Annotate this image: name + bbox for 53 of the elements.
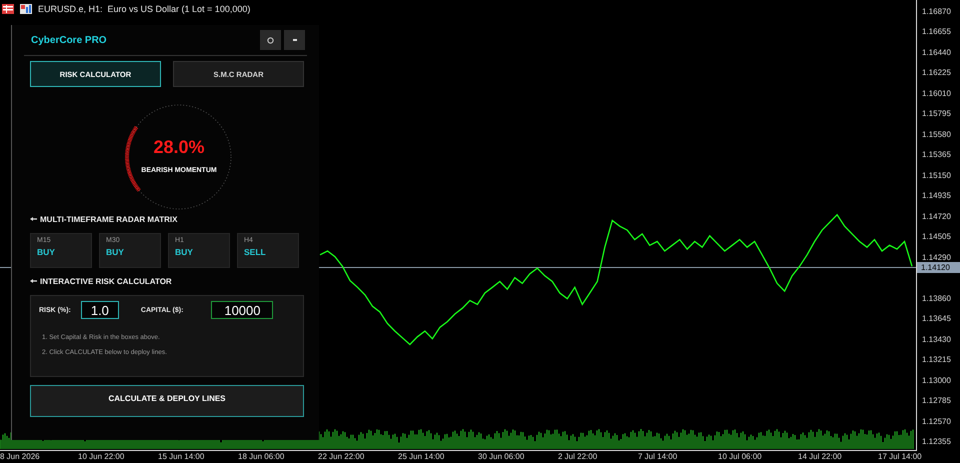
momentum-value: 28.0% [153, 137, 205, 158]
date-label: 10 Jul 06:00 [718, 451, 763, 463]
price-label: 1.15795 [921, 108, 951, 120]
table-icon[interactable] [2, 4, 14, 14]
chart-icon[interactable] [20, 4, 32, 14]
signal-label: BUY [106, 247, 125, 257]
price-label: 1.15365 [921, 149, 951, 162]
signal-label: BUY [175, 247, 194, 257]
calculate-button[interactable]: CALCULATE & DEPLOY LINES [30, 385, 304, 417]
price-label: 1.16655 [921, 26, 951, 38]
minimize-icon [292, 39, 296, 41]
signal-label: BUY [37, 247, 56, 257]
price-label: 1.15150 [921, 170, 951, 182]
date-label: 17 Jul 14:00 [878, 451, 923, 463]
date-label: 22 Jun 22:00 [318, 451, 366, 463]
price-label: 1.13860 [921, 292, 951, 305]
window-title: EURUSD.e, H1: Euro vs US Dollar (1 Lot = 100,000) [38, 4, 250, 14]
signal-label: SELL [244, 247, 267, 257]
price-label: 1.12570 [921, 416, 951, 428]
price-label: 1.14935 [921, 190, 951, 202]
input-field[interactable]: 10000 [211, 301, 274, 319]
price-label: 1.16225 [921, 67, 951, 80]
price-label: 1.14290 [921, 252, 951, 264]
price-label: 1.13430 [921, 334, 951, 346]
price-label: 1.12355 [921, 436, 951, 448]
section-heading: MULTI-TIMEFRAME RADAR MATRIX [40, 214, 178, 224]
panel-title: CyberCore PRO [30, 34, 108, 46]
price-label: 1.16010 [921, 88, 951, 100]
price-label: 1.15580 [921, 128, 951, 141]
date-label: 18 Jun 06:00 [238, 451, 286, 463]
date-label: 30 Jun 06:00 [478, 451, 526, 463]
date-label: 25 Jun 14:00 [398, 451, 446, 463]
input-field[interactable]: 1.0 [80, 301, 119, 319]
current-price-tag: 1.14120 [917, 262, 960, 273]
price-label: 1.13000 [921, 374, 951, 387]
price-label: 1.16440 [921, 46, 951, 59]
date-label: 2 Jul 22:00 [558, 451, 598, 463]
date-label: 10 Jun 22:00 [78, 451, 126, 463]
price-label: 1.13645 [921, 313, 951, 326]
price-label: 1.16870 [921, 6, 951, 18]
section-heading: INTERACTIVE RISK CALCULATOR [40, 276, 172, 286]
price-label: 1.14720 [921, 210, 951, 223]
date-label: 7 Jul 14:00 [638, 451, 678, 463]
price-label: 1.12785 [921, 395, 951, 408]
settings-icon [267, 36, 274, 44]
date-label: 14 Jul 22:00 [798, 451, 843, 463]
arrow-left-icon [30, 217, 37, 221]
price-label: 1.13215 [921, 354, 951, 366]
settings-button[interactable] [260, 30, 281, 50]
date-label: 8 Jun 2026 [0, 451, 41, 463]
arrow-left-icon [30, 279, 37, 283]
date-label: 15 Jun 14:00 [158, 451, 206, 463]
price-label: 1.14505 [921, 231, 951, 244]
